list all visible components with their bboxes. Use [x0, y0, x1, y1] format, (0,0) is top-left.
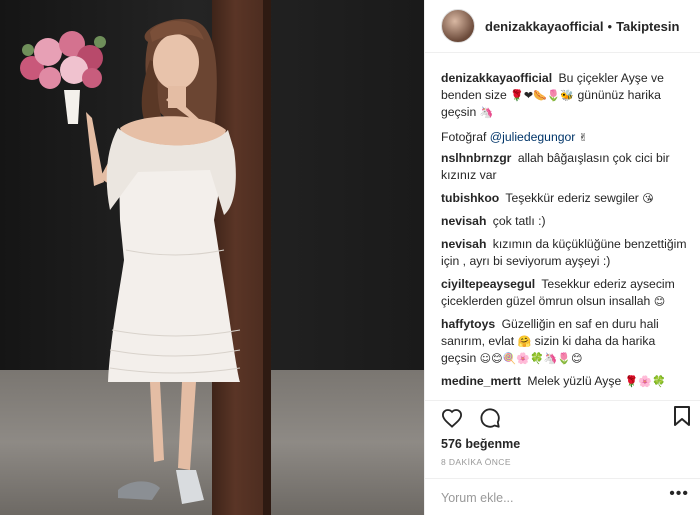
- comment-text: Melek yüzlü Ayşe: [527, 374, 622, 388]
- likes-count[interactable]: 576 beğenme: [425, 437, 700, 451]
- comment-username[interactable]: denizakkayaofficial: [441, 71, 552, 85]
- comment-username[interactable]: tubishkoo: [441, 191, 499, 205]
- comment: haffytoys Güzelliğin en saf en duru hali…: [441, 316, 689, 367]
- post-timestamp: 8 DAKİKA ÖNCE: [441, 457, 511, 467]
- comment-username[interactable]: medine_mertt: [441, 374, 521, 388]
- header-separator: •: [607, 18, 613, 34]
- comment-username[interactable]: nevisah: [441, 214, 486, 228]
- post-photo[interactable]: [0, 0, 424, 515]
- follow-status[interactable]: Takiptesin: [616, 19, 679, 34]
- comments-list[interactable]: denizakkayaofficial Bu çiçekler Ayşe ve …: [441, 70, 689, 396]
- comment: ciyiltepeaysegul Tesekkur ederiz aysecim…: [441, 276, 689, 310]
- post-header: denizakkayaofficial • Takiptesin: [425, 0, 700, 53]
- comment-emoji: 🌹🌸🍀: [624, 375, 666, 388]
- add-comment-input[interactable]: [425, 479, 657, 517]
- more-options-icon[interactable]: •••: [669, 485, 689, 503]
- comment-icon[interactable]: [477, 405, 503, 431]
- comment-username[interactable]: ciyiltepeaysegul: [441, 277, 535, 291]
- instagram-post: denizakkayaofficial • Takiptesin denizak…: [0, 0, 700, 517]
- post-author-username[interactable]: denizakkayaofficial: [485, 19, 604, 34]
- comment-emoji-2: ☺😊🍭🌸🍀🦄🌷😊: [479, 352, 583, 365]
- photo-credit: Fotoğraf @juliedegungor ✌: [441, 129, 689, 146]
- bookmark-icon[interactable]: [669, 403, 695, 429]
- photographer-mention[interactable]: @juliedegungor: [490, 130, 576, 144]
- comment: nevisah kızımın da küçüklüğüne benzettiğ…: [441, 236, 689, 270]
- heart-icon[interactable]: [439, 405, 465, 431]
- post-actions: 576 beğenme 8 DAKİKA ÖNCE: [425, 400, 700, 467]
- comment-text: çok tatlı :): [492, 214, 546, 228]
- comment-emoji: 🤗: [517, 335, 532, 348]
- photo-credit-label: Fotoğraf: [441, 130, 487, 144]
- comment-emoji: ✌: [578, 131, 588, 144]
- comment: nevisah çok tatlı :): [441, 213, 689, 230]
- comment-text: Teşekkür ederiz sewgiler: [505, 191, 639, 205]
- comment-emoji: 😊: [653, 295, 666, 308]
- avatar[interactable]: [441, 9, 475, 43]
- comment-username[interactable]: nslhnbrnzgr: [441, 151, 511, 165]
- photo-girl-illustration: [20, 19, 241, 504]
- comment: nslhnbrnzgr allah bâğaışlasın çok cici b…: [441, 150, 689, 184]
- add-comment-bar: •••: [425, 478, 700, 517]
- comment-username[interactable]: haffytoys: [441, 317, 495, 331]
- post-sidebar: denizakkayaofficial • Takiptesin denizak…: [424, 0, 700, 517]
- comment: medine_mertt Melek yüzlü Ayşe 🌹🌸🍀: [441, 373, 689, 390]
- comment-username[interactable]: nevisah: [441, 237, 486, 251]
- comment-emoji: 😘: [642, 192, 654, 205]
- comment-emoji: 🌹❤🌭🌷🐝: [510, 89, 575, 102]
- comment-emoji-2: 🦄: [479, 106, 494, 119]
- comment: tubishkoo Teşekkür ederiz sewgiler 😘: [441, 190, 689, 207]
- caption: denizakkayaofficial Bu çiçekler Ayşe ve …: [441, 70, 689, 121]
- action-icons: [425, 403, 700, 433]
